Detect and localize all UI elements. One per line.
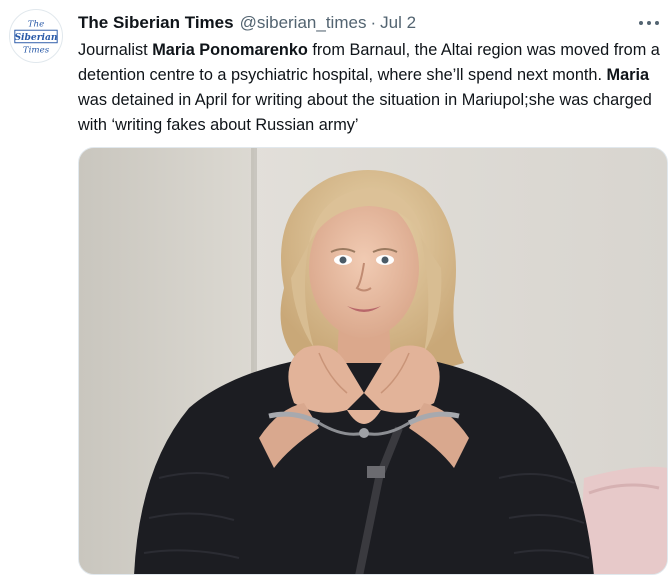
avatar[interactable]: The Siberian Times — [9, 9, 63, 63]
more-options-icon[interactable] — [635, 14, 663, 32]
siberian-times-logo: The Siberian Times — [10, 10, 62, 62]
logo-text-times: Times — [23, 45, 50, 55]
logo-text-the: The — [28, 19, 44, 29]
tweet-text: Journalist Maria Ponomarenko from Barnau… — [78, 38, 663, 138]
tweet-text-part-3: was detained in April for writing about … — [78, 91, 652, 134]
logo-text-siberian: Siberian — [14, 32, 57, 43]
tweet-text-part-1: Journalist — [78, 41, 153, 59]
tweet-text-bold-name: Maria Ponomarenko — [152, 41, 308, 59]
tweet-text-bold-first-name: Maria — [606, 66, 650, 84]
tweet-header: The Siberian Times @siberian_times · Jul… — [78, 12, 631, 34]
tweet-card[interactable]: The Siberian Times The Siberian Times @s… — [0, 0, 671, 581]
author-handle[interactable]: @siberian_times — [240, 12, 367, 34]
header-separator: · — [370, 13, 377, 32]
photo-woman-handcuffed-heart-gesture — [79, 148, 667, 574]
tweet-date[interactable]: Jul 2 — [380, 12, 416, 34]
tweet-photo[interactable] — [78, 147, 668, 575]
author-name[interactable]: The Siberian Times — [78, 12, 234, 34]
